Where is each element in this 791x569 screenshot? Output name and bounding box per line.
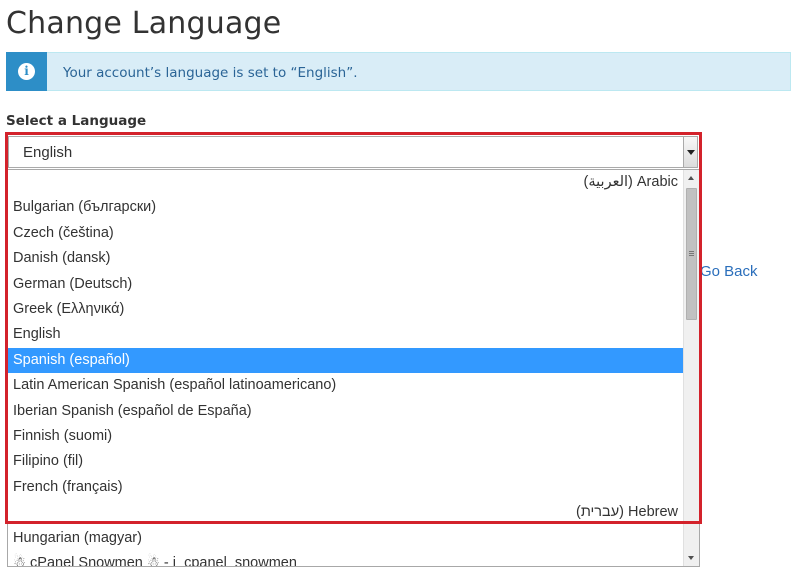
options-scrollbar[interactable] bbox=[683, 170, 699, 566]
language-option[interactable]: Iberian Spanish (español de España) bbox=[8, 399, 684, 424]
go-back-link[interactable]: Go Back bbox=[700, 263, 758, 280]
language-option[interactable]: ☃ cPanel Snowmen ☃ - i_cpanel_snowmen bbox=[8, 551, 684, 566]
language-info-alert: i Your account’s language is set to “Eng… bbox=[6, 52, 791, 91]
language-option[interactable]: Filipino (fil) bbox=[8, 449, 684, 474]
grip-icon bbox=[689, 251, 694, 256]
language-option[interactable]: Finnish (suomi) bbox=[8, 424, 684, 449]
language-option[interactable]: Hungarian (magyar) bbox=[8, 526, 684, 551]
language-option[interactable]: Latin American Spanish (español latinoam… bbox=[8, 373, 684, 398]
language-option[interactable]: Czech (čeština) bbox=[8, 221, 684, 246]
info-icon: i bbox=[18, 63, 35, 80]
alert-icon-box: i bbox=[6, 52, 47, 91]
language-option[interactable]: Greek (Ελληνικά) bbox=[8, 297, 684, 322]
select-language-label: Select a Language bbox=[6, 113, 147, 129]
language-option[interactable]: English bbox=[8, 322, 684, 347]
alert-message: Your account’s language is set to “Engli… bbox=[63, 65, 358, 81]
language-option[interactable]: Spanish (español) bbox=[8, 347, 684, 374]
scrollbar-thumb[interactable] bbox=[686, 188, 697, 320]
language-option[interactable]: German (Deutsch) bbox=[8, 272, 684, 297]
language-select[interactable]: English bbox=[8, 136, 698, 168]
chevron-down-icon[interactable] bbox=[683, 137, 697, 167]
page-title: Change Language bbox=[6, 6, 282, 41]
language-options-list[interactable]: (العربية) Arabic Bulgarian (български) Cze… bbox=[7, 169, 700, 567]
scroll-down-arrow-icon[interactable] bbox=[684, 550, 699, 566]
language-option[interactable]: French (français) bbox=[8, 475, 684, 500]
language-option[interactable]: Bulgarian (български) bbox=[8, 195, 684, 220]
scroll-up-arrow-icon[interactable] bbox=[684, 170, 699, 186]
language-option[interactable]: (العربية) Arabic bbox=[8, 170, 684, 195]
language-option[interactable]: Danish (dansk) bbox=[8, 246, 684, 271]
language-select-value: English bbox=[23, 144, 73, 161]
language-option[interactable]: (עברית) Hebrew bbox=[8, 500, 684, 525]
